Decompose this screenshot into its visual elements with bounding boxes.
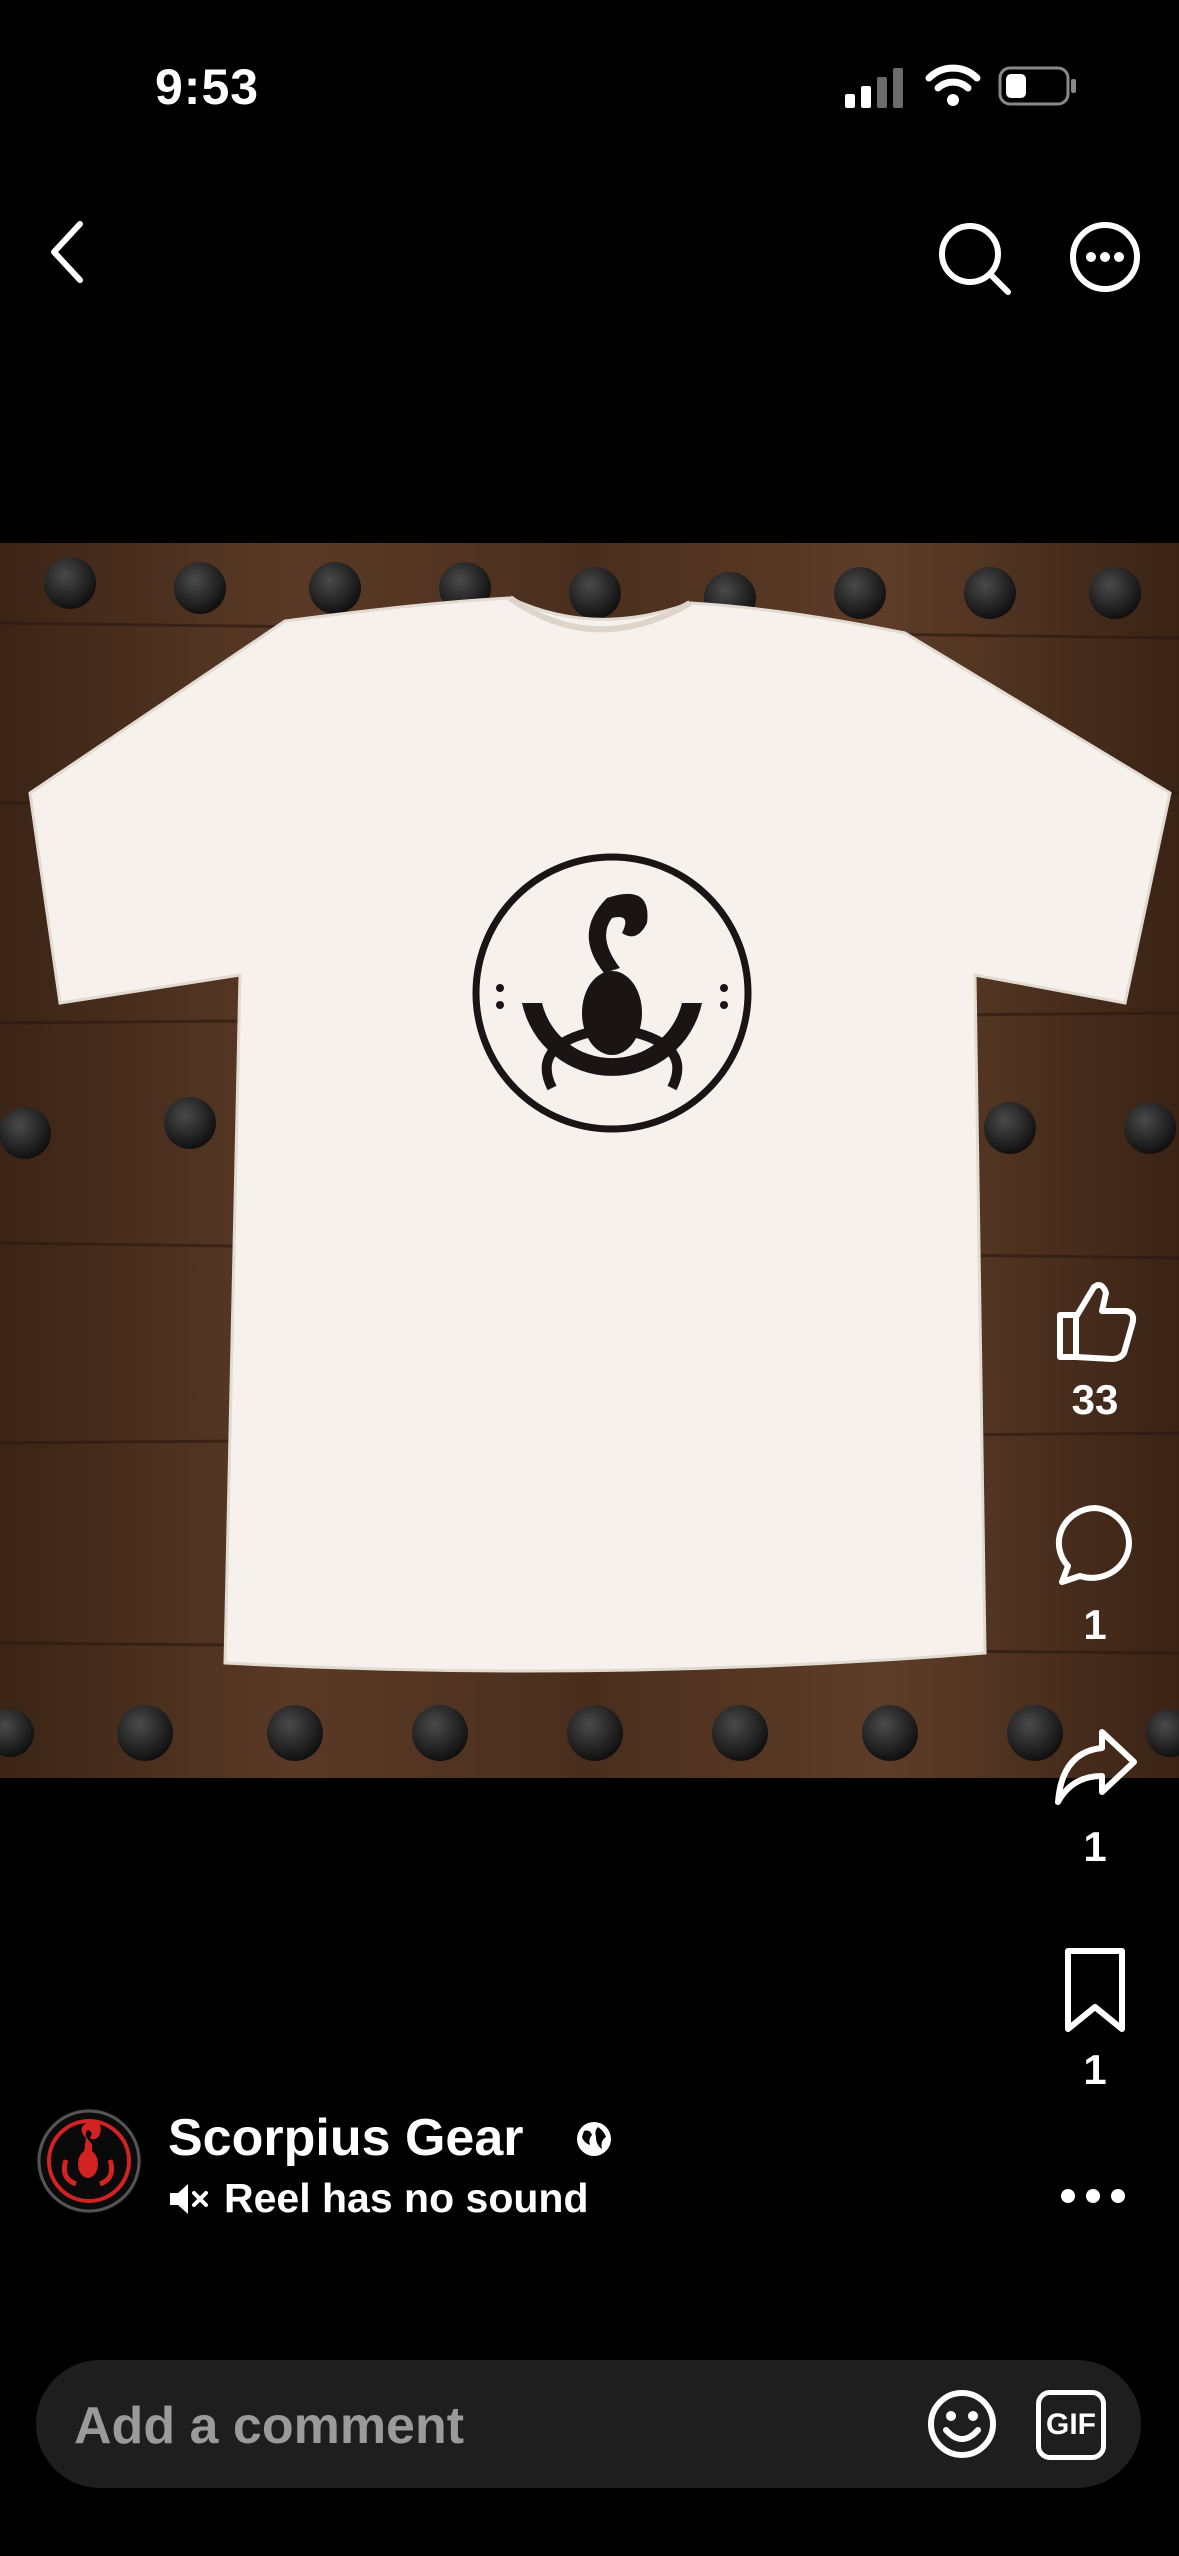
sound-status: Reel has no sound bbox=[168, 2175, 589, 2222]
author-avatar[interactable] bbox=[36, 2108, 142, 2214]
more-options-button[interactable] bbox=[1060, 212, 1150, 302]
speaker-muted-icon bbox=[170, 2183, 208, 2214]
wifi-icon bbox=[925, 64, 981, 106]
back-button[interactable] bbox=[40, 212, 104, 292]
bookmark-icon[interactable] bbox=[1050, 1945, 1140, 2035]
like-count: 33 bbox=[1071, 1376, 1119, 1423]
like-action[interactable]: 33 bbox=[1025, 1275, 1165, 1424]
author-name[interactable]: Scorpius Gear bbox=[168, 2108, 523, 2168]
share-count: 1 bbox=[1083, 1823, 1107, 1870]
post-more-button[interactable] bbox=[1058, 2176, 1128, 2216]
comment-input[interactable]: Add a comment bbox=[74, 2396, 464, 2456]
search-button[interactable] bbox=[930, 212, 1020, 302]
post-media-image[interactable] bbox=[0, 543, 1179, 1778]
comment-action[interactable]: 1 bbox=[1025, 1500, 1165, 1649]
cellular-signal-icon bbox=[845, 68, 903, 108]
comment-count: 1 bbox=[1083, 1601, 1107, 1648]
save-action[interactable]: 1 bbox=[1025, 1945, 1165, 2094]
status-time: 9:53 bbox=[155, 59, 260, 115]
share-action[interactable]: 1 bbox=[1025, 1722, 1165, 1871]
sound-status-label: Reel has no sound bbox=[224, 2175, 589, 2221]
save-count: 1 bbox=[1083, 2046, 1107, 2093]
comment-bubble-icon[interactable] bbox=[1050, 1500, 1140, 1590]
gif-label: GIF bbox=[1046, 2408, 1096, 2441]
battery-icon bbox=[998, 66, 1076, 106]
globe-icon bbox=[577, 2122, 611, 2156]
share-arrow-icon[interactable] bbox=[1050, 1722, 1140, 1812]
emoji-icon[interactable] bbox=[926, 2388, 998, 2460]
gif-button[interactable]: GIF bbox=[1036, 2390, 1106, 2460]
thumbs-up-icon[interactable] bbox=[1050, 1275, 1140, 1365]
